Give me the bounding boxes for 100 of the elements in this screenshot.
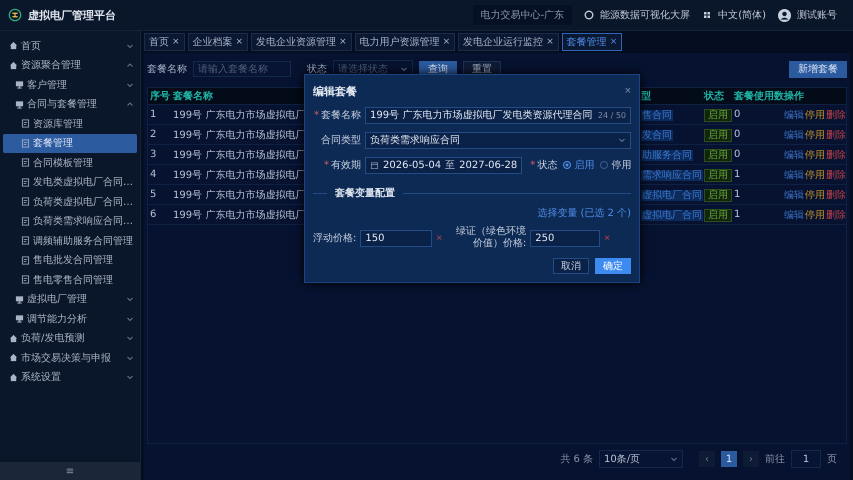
sidebar-item[interactable]: 系统设置 [3,368,137,387]
sidebar-item[interactable]: 负荷类需求响应合同… [3,212,137,231]
user-name[interactable]: 测试账号 [797,8,837,22]
action-link[interactable]: 删除 [826,188,846,202]
sidebar-item[interactable]: 调频辅助服务合同管理 [3,231,137,250]
page-tab[interactable]: 发电企业资源管理 × [251,33,352,51]
page-tab[interactable]: 套餐管理 × [562,33,622,51]
page-tab[interactable]: 电力用户资源管理 × [354,33,456,51]
sidebar-item[interactable]: 负荷类虚拟电厂合同… [3,192,137,212]
logo-icon [8,8,22,22]
region-badge[interactable]: 电力交易中心-广东 [472,5,572,25]
dialog-button[interactable]: 取消 [553,258,589,274]
document-icon [21,216,30,226]
total-count: 共 6 条 [560,452,593,466]
action-link[interactable]: 删除 [826,208,846,222]
language-selector[interactable]: 中文(简体) [718,8,766,22]
collapse-button[interactable]: ≡ [0,462,140,480]
document-icon [21,178,30,187]
action-link[interactable]: 停用 [805,108,825,122]
dialog-title: 编辑套餐 [313,84,357,98]
type-tag: 虚拟电厂合同 [641,210,703,220]
action-link[interactable]: 编辑 [784,128,804,142]
type-tag: 虚拟电厂合同 [641,190,703,200]
sidebar-item[interactable]: 售电零售合同管理 [3,270,137,290]
price-input[interactable]: 150 [360,230,432,246]
contract-type-select[interactable]: 负荷类需求响应合同 [365,132,631,148]
grid-icon[interactable] [702,10,712,20]
action-link[interactable]: 编辑 [784,108,804,122]
status-radio[interactable]: 启用 [563,158,594,172]
sidebar-item[interactable]: 资源库管理 [3,114,137,134]
table-cell-text: 199号 广东电力市场虚拟电厂 [172,108,304,122]
table-cell-text: 5 [149,189,158,200]
filter-label: 状态 [307,62,327,76]
table-cell-text: 4 [149,169,158,180]
chevron-icon [618,136,626,144]
action-link[interactable]: 删除 [826,168,846,182]
sidebar-item[interactable]: 售电批发合同管理 [3,250,137,270]
package-name-input[interactable]: 199号 广东电力市场虚拟电厂发电类资源代理合同 24 / 50 [365,106,631,124]
column-header: 型 [640,90,652,103]
table-cell-text: 0 [734,149,742,160]
select-variables-link[interactable]: 选择变量 (已选 2 个) [537,206,631,220]
action-link[interactable]: 删除 [826,128,846,142]
action-link[interactable]: 编辑 [784,188,804,202]
table-cell-text: 2 [149,129,158,140]
field-label: * 状态 [530,158,558,172]
sidebar-item[interactable]: 调节能力分析 [3,309,137,328]
action-link[interactable]: 停用 [805,168,825,182]
column-header: 套餐使用数 [734,90,784,103]
table-cell-text: 3 [149,149,158,160]
type-tag: 售合同 [641,110,673,120]
next-page-button[interactable]: › [743,451,759,467]
price-label: 浮动价格: [313,232,356,245]
page-tab[interactable]: 发电企业运行监控 × [458,33,559,51]
document-icon [21,256,30,265]
page-button[interactable]: 1 [721,451,737,467]
close-button[interactable]: × [624,85,631,97]
sidebar-item[interactable]: 虚拟电厂管理 [3,290,137,309]
table-cell-text: 1 [734,169,742,180]
column-header: 操作 [784,90,805,103]
action-link[interactable]: 停用 [805,208,825,222]
home-icon [9,41,18,50]
package-name-field[interactable]: 请输入套餐名称 [193,61,291,77]
action-link[interactable]: 停用 [805,128,825,142]
sidebar-item[interactable]: 合同与套餐管理 [3,94,137,114]
table-cell-text: 199号 广东电力市场虚拟电厂 [172,188,304,202]
status-radio[interactable]: 停用 [600,158,632,172]
sidebar-item[interactable]: 发电类虚拟电厂合同… [3,172,137,192]
sidebar-item[interactable]: 资源聚合管理 [3,56,137,75]
action-link[interactable]: 停用 [805,188,825,202]
action-link[interactable]: 停用 [805,148,825,162]
action-link[interactable]: 删除 [826,108,846,122]
field-label: * 套餐名称 [313,108,361,122]
column-header: 套餐名称 [172,90,214,103]
sidebar-item[interactable]: 合同模板管理 [3,153,137,172]
action-link[interactable]: 删除 [826,148,846,162]
page-tab[interactable]: 企业档案 × [188,33,248,51]
status-tag: 启用 [704,188,732,202]
add-package-button[interactable]: 新增套餐 [789,60,847,78]
field-label: * 有效期 [323,158,361,172]
sidebar-item[interactable]: 套餐管理 [3,134,137,153]
sidebar-item[interactable]: 负荷/发电预测 [3,328,137,348]
goto-page-field[interactable]: 1 [791,450,821,468]
sidebar-item[interactable]: 首页 [3,36,137,56]
table-cell-text: 1 [734,189,742,200]
sidebar-item[interactable]: 客户管理 [3,75,137,94]
goto-label: 前往 [765,452,785,466]
page-tab[interactable]: 首页 × [144,33,185,51]
document-icon [21,236,30,246]
action-link[interactable]: 编辑 [784,208,804,222]
action-link[interactable]: 编辑 [784,168,804,182]
sidebar-item[interactable]: 市场交易决策与申报 [3,348,137,368]
price-input[interactable]: 250 [530,230,600,246]
action-link[interactable]: 编辑 [784,148,804,162]
type-tag: 助服务合同 [641,150,693,160]
page-size-select[interactable]: 10条/页 [599,450,683,468]
previous-page-button[interactable]: ‹ [699,451,715,467]
table-cell-text: 6 [149,209,158,220]
dashboard-link[interactable]: 能源数据可视化大屏 [600,8,690,22]
date-range-field[interactable]: 2026-05-04 至 2027-06-28 [365,156,522,174]
home-icon [9,372,18,382]
